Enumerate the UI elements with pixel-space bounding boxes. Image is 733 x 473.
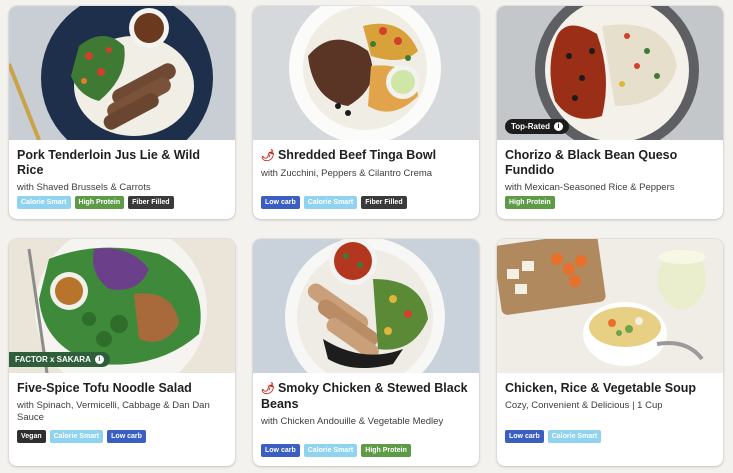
info-icon[interactable]: i [553, 122, 563, 131]
meal-image[interactable]: FACTOR x SAKARA i [9, 239, 235, 373]
info-icon[interactable]: i [94, 355, 104, 364]
meal-title[interactable]: 🌶︎ Smoky Chicken & Stewed Black Beans [261, 381, 471, 412]
meal-image[interactable] [497, 239, 723, 373]
calorie-smart-badge: Calorie Smart [303, 444, 358, 457]
spicy-chili-icon: 🌶︎ [261, 383, 275, 395]
low-carb-badge: Low carb [107, 430, 146, 443]
calorie-smart-badge: Calorie Smart [17, 196, 71, 209]
factor-sakara-badge[interactable]: FACTOR x SAKARA i [9, 352, 110, 367]
meal-card[interactable]: Chicken, Rice & Vegetable Soup Cozy, Con… [497, 239, 723, 466]
spicy-chili-icon: 🌶︎ [261, 150, 275, 162]
low-carb-badge: Low carb [505, 430, 544, 443]
fiber-filled-badge: Fiber Filled [361, 196, 407, 209]
vegan-badge: Vegan [17, 430, 46, 443]
meal-subtitle: with Spinach, Vermicelli, Cabbage & Dan … [17, 400, 210, 423]
diet-badges: High Protein [505, 196, 555, 209]
meal-card[interactable]: Top-Rated i Chorizo & Black Bean Queso F… [497, 6, 723, 219]
meal-card[interactable]: 🌶︎ Smoky Chicken & Stewed Black Beans wit… [253, 239, 479, 466]
high-protein-badge: High Protein [74, 196, 125, 209]
top-rated-badge[interactable]: Top-Rated i [505, 119, 569, 134]
meal-card[interactable]: Pork Tenderloin Jus Lie & Wild Rice with… [9, 6, 235, 219]
meal-title[interactable]: Pork Tenderloin Jus Lie & Wild Rice [17, 148, 227, 178]
diet-badges: Calorie Smart High Protein Fiber Filled [17, 196, 174, 209]
meal-card[interactable]: 🌶︎ Shredded Beef Tinga Bowl with Zucchini… [253, 6, 479, 219]
calorie-smart-badge: Calorie Smart [303, 196, 358, 209]
meal-image[interactable] [9, 6, 235, 140]
low-carb-badge: Low carb [261, 444, 300, 457]
diet-badges: Low carb Calorie Smart High Protein [261, 444, 411, 457]
meal-subtitle: with Zucchini, Peppers & Cilantro Crema [261, 168, 433, 179]
high-protein-badge: High Protein [505, 196, 555, 209]
low-carb-badge: Low carb [261, 196, 300, 209]
meal-image[interactable] [253, 6, 479, 140]
fiber-filled-badge: Fiber Filled [128, 196, 174, 209]
meal-subtitle: Cozy, Convenient & Delicious | 1 Cup [505, 400, 663, 411]
diet-badges: Low carb Calorie Smart [505, 430, 602, 443]
meal-title[interactable]: Chorizo & Black Bean Queso Fundido [505, 148, 715, 178]
diet-badges: Vegan Calorie Smart Low carb [17, 430, 146, 443]
meal-subtitle: with Shaved Brussels & Carrots [17, 182, 151, 193]
calorie-smart-badge: Calorie Smart [547, 430, 602, 443]
meal-title[interactable]: Five-Spice Tofu Noodle Salad [17, 381, 227, 396]
meal-subtitle: with Chicken Andouille & Vegetable Medle… [261, 416, 444, 427]
high-protein-badge: High Protein [361, 444, 411, 457]
meal-title[interactable]: Chicken, Rice & Vegetable Soup [505, 381, 715, 396]
calorie-smart-badge: Calorie Smart [49, 430, 104, 443]
diet-badges: Low carb Calorie Smart Fiber Filled [261, 196, 407, 209]
meal-image[interactable]: Top-Rated i [497, 6, 723, 140]
meal-card[interactable]: FACTOR x SAKARA i Five-Spice Tofu Noodle… [9, 239, 235, 466]
meal-title[interactable]: 🌶︎ Shredded Beef Tinga Bowl [261, 148, 471, 164]
meal-image[interactable] [253, 239, 479, 373]
meal-subtitle: with Mexican-Seasoned Rice & Peppers [505, 182, 675, 193]
